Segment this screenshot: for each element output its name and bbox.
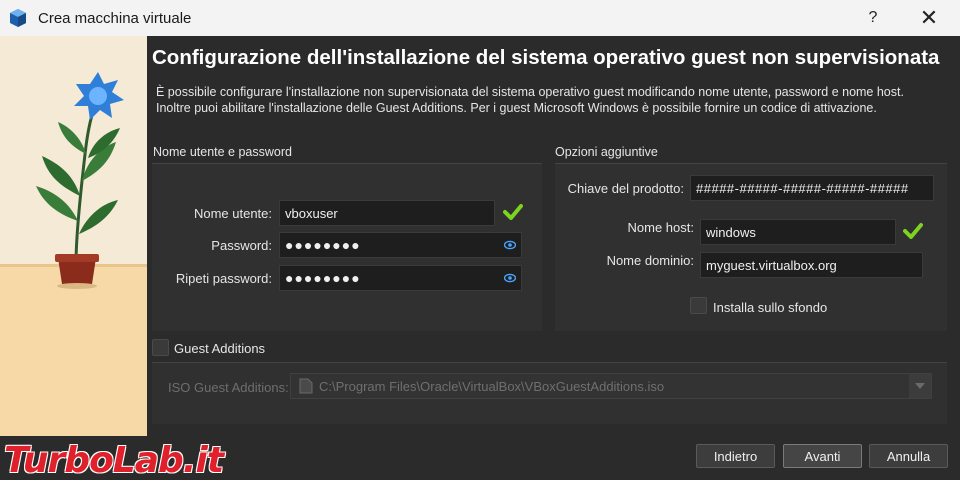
description-line: È possibile configurare l'installazione … [156, 85, 904, 99]
window-title: Crea macchina virtuale [38, 10, 192, 27]
description-line: Inoltre puoi abilitare l'installazione d… [156, 101, 877, 115]
valid-check-icon [503, 204, 523, 220]
iso-label: ISO Guest Additions: [168, 380, 289, 395]
iso-path-value: C:\Program Files\Oracle\VirtualBox\VBoxG… [319, 378, 665, 394]
iso-path-combo[interactable]: C:\Program Files\Oracle\VirtualBox\VBoxG… [290, 373, 932, 399]
password-input[interactable]: ●●●●●●●● [279, 232, 522, 258]
product-key-label: Chiave del prodotto: [567, 181, 684, 196]
repeat-password-label-text: Ripeti password: [175, 271, 272, 286]
file-icon [299, 378, 313, 394]
title-bar: Crea macchina virtuale ? ✕ [0, 0, 960, 36]
domain-input[interactable]: myguest.virtualbox.org [700, 252, 923, 278]
product-key-input[interactable]: #####-#####-#####-#####-##### [690, 175, 934, 201]
background-install-label: Installa sullo sfondo [713, 300, 828, 315]
virtualbox-logo-icon [10, 9, 26, 27]
page-title: Configurazione dell'installazione del si… [152, 46, 940, 69]
guest-additions-checkbox[interactable] [152, 339, 169, 356]
hostname-input[interactable]: windows [700, 219, 896, 245]
back-button[interactable]: Indietro [696, 444, 775, 468]
repeat-password-label: Ripeti password: [160, 271, 272, 286]
wizard-illustration [0, 36, 147, 436]
close-button[interactable]: ✕ [906, 0, 952, 36]
username-input[interactable]: vboxuser [279, 200, 495, 226]
options-group-title: Opzioni aggiuntive [555, 145, 658, 159]
cancel-button[interactable]: Annulla [869, 444, 948, 468]
flower-pot-illustration [0, 36, 147, 436]
repeat-password-input[interactable]: ●●●●●●●● [279, 265, 522, 291]
username-label: Nome utente: [193, 206, 272, 221]
show-repeat-password-eye-icon[interactable] [504, 272, 516, 284]
chevron-down-icon [915, 383, 925, 389]
user-group-title: Nome utente e password [153, 145, 292, 159]
background-install-checkbox[interactable] [690, 297, 707, 314]
help-button[interactable]: ? [858, 0, 888, 36]
show-password-eye-icon[interactable] [504, 239, 516, 251]
next-button[interactable]: Avanti [783, 444, 862, 468]
valid-check-icon [903, 223, 923, 239]
domain-label: Nome dominio: [606, 253, 694, 268]
hostname-label: Nome host: [627, 220, 694, 235]
page-description: È possibile configurare l'installazione … [156, 84, 951, 116]
guest-additions-label: Guest Additions [174, 341, 266, 356]
turbolab-watermark: TurboLab.it [4, 440, 224, 480]
password-label: Password: [211, 238, 272, 253]
dropdown-arrow[interactable] [909, 374, 931, 398]
